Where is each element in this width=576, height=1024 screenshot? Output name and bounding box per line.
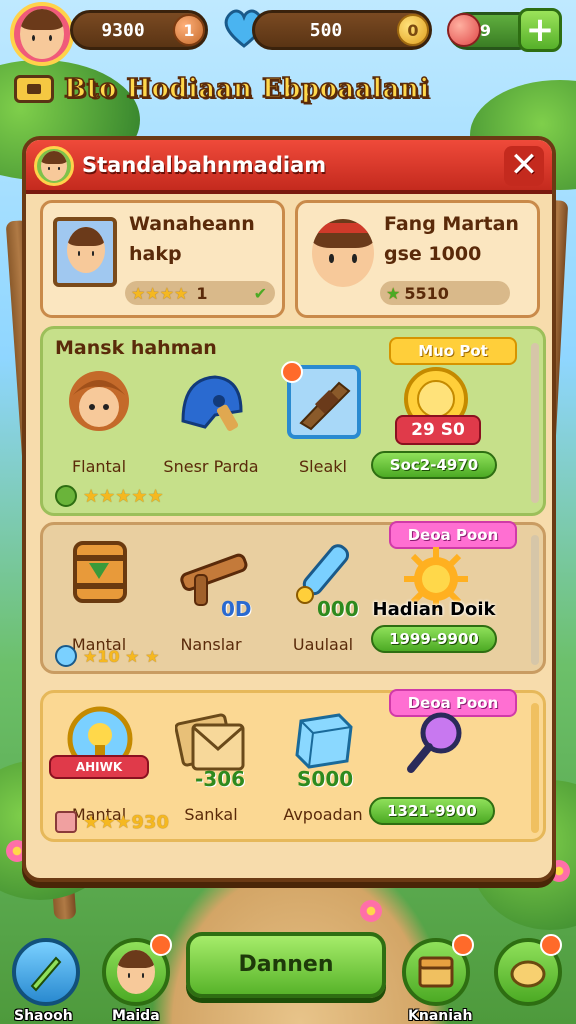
item-amount: -306 [195,767,246,791]
profile-card[interactable]: Wanaheann hakp ★★★★ 1 ✔ [40,200,285,318]
barrel-icon [73,541,127,603]
profile-cards: Wanaheann hakp ★★★★ 1 ✔ Fang Martan gse … [40,200,540,318]
diamond-icon [55,645,77,667]
item-ribbon: AHIWK [49,755,149,779]
chest-icon [418,956,454,988]
bottom-navigation: Shaooh Maida Dannen Knaniah [0,914,576,1024]
notification-dot [452,934,474,956]
panel-title: Standalbahnmadiam [82,153,327,177]
item-label: Sleakl [299,457,347,476]
nav-label: Knaniah [408,1008,473,1024]
magnifier-icon [407,712,462,773]
rating-value: 5510 [404,283,449,303]
warrior-portrait-icon [69,371,129,431]
nav-label: Shaooh [14,1008,73,1024]
profile-subtitle: hakp [129,243,182,265]
profile-rating-bar: ★ 5510 [380,281,510,305]
nav-label: Maida [112,1008,160,1024]
top-hud: 9300 1 500 0 9 + [0,0,576,70]
featured-item-name: Hadian Doik [372,599,496,620]
coin-icon: 1 [173,14,205,46]
coin-counter: 9300 1 [70,10,208,50]
profile-name: Wanaheann [129,213,255,235]
section-rating: ★★★★★ [55,485,164,507]
star-rating: ★★★★ [131,283,189,303]
coin-value: 9300 [101,19,145,41]
leaf-icon [55,485,77,507]
event-banner: Bto Hodiaan Ebpoaalani [14,70,430,108]
leaf-sword-icon [30,956,62,992]
section-stars: ★★★930 [83,811,169,833]
rating-value: 1 [196,283,208,303]
scrollbar[interactable] [531,343,539,503]
ruby-icon [447,13,481,47]
framed-portrait-icon [53,217,117,287]
notification-dot [150,934,172,956]
item-amount: 000 [317,597,359,621]
section-tag: Muo Pot [389,337,517,365]
shop-section-gear: Deoa Poon Mantal 0D Nanslar 000 Uaulaal … [40,521,546,674]
item-label: Uaulaal [292,635,354,654]
item-label: Avpoadan [283,805,363,824]
header-avatar-icon [34,146,74,186]
notification-dot [540,934,562,956]
star-rating: ★ [386,283,401,303]
shop-panel: Standalbahnmadiam ✕ Wanaheann hakp ★★★★ … [22,136,556,882]
banner-title: Bto Hodiaan Ebpoaalani [63,73,430,105]
section-title: Mansk hahman [55,337,217,359]
heart-counter: 500 0 [252,10,432,50]
item-label: Nanslar [180,635,242,654]
add-currency-button[interactable]: + [518,8,562,52]
profile-rating-bar: ★★★★ 1 ✔ [125,281,275,305]
gold-coin-icon: 0 [397,14,429,46]
nav-shop-button[interactable] [12,938,80,1006]
coin-ribbon: 29 S0 [395,415,481,445]
check-icon: ✔ [253,283,267,303]
shop-section-weapons: Mansk hahman Muo Pot Flantal Snesr Parda [40,326,546,516]
buy-button[interactable]: Soc2-4970 [371,451,497,479]
character-icon [117,950,155,994]
section-rating: ★★★930 [55,811,169,833]
player-avatar[interactable] [10,2,74,66]
item-badge [281,361,303,383]
close-button[interactable]: ✕ [504,146,544,186]
buy-button[interactable]: 1321-9900 [369,797,495,825]
heart-value: 500 [309,19,343,41]
panel-header: Standalbahnmadiam ✕ [26,140,552,194]
section-stars: ★10 ★ ★ [83,646,160,666]
profile-card[interactable]: Fang Martan gse 1000 ★ 5510 [295,200,540,318]
main-action-button[interactable]: Dannen [186,932,386,998]
item-label: Sankal [184,805,238,824]
shop-section-supplies: Deoa Poon AHIWK Mantal -306 Sankal S000 … [40,689,546,842]
item-label: Snesr Parda [163,457,259,476]
section-rating: ★10 ★ ★ [55,645,159,667]
heart-gem-icon [55,811,77,833]
profile-subtitle: gse 1000 [384,243,482,265]
ticket-icon [14,75,54,103]
treasure-pot-icon [510,960,546,988]
item-amount: S000 [297,767,354,791]
character-face-icon [312,219,374,287]
item-label: Flantal [71,457,127,476]
scrollbar[interactable] [531,703,539,833]
scrollbar[interactable] [531,535,539,665]
buy-button[interactable]: 1999-9900 [371,625,497,653]
section-stars: ★★★★★ [83,485,164,507]
blue-helmet-icon [181,375,243,432]
profile-name: Fang Martan [384,213,519,235]
item-amount: 0D [221,597,252,621]
gem-value: 9 [479,21,491,40]
